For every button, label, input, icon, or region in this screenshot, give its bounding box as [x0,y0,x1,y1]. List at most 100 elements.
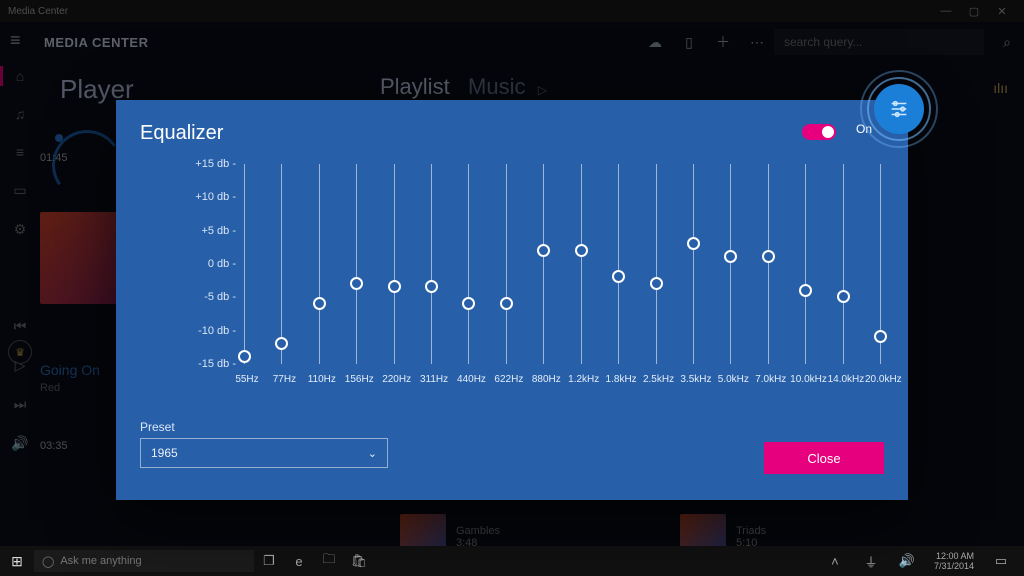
task-view-icon[interactable]: ❐ [254,553,284,569]
eq-thumb[interactable] [837,290,850,303]
toggle-knob [822,126,834,138]
freq-label: 10.0kHz [790,374,826,385]
eq-thumb[interactable] [350,277,363,290]
eq-slider[interactable] [394,164,395,364]
eq-slider[interactable] [543,164,544,364]
prev-icon[interactable]: ⏮ [14,318,27,335]
freq-label: 7.0kHz [753,374,789,385]
freq-label: 622Hz [491,374,527,385]
queue-title: Gambles [456,525,500,537]
eq-slider[interactable] [768,164,769,364]
freq-label: 110Hz [304,374,340,385]
eq-thumb[interactable] [874,330,887,343]
clock-time: 12:00 AM [934,551,974,561]
preset-dropdown[interactable]: 1965 ⌄ [140,438,388,468]
explorer-icon[interactable]: 🗀 [314,550,344,572]
freq-label: 3.5kHz [678,374,714,385]
eq-slider[interactable] [843,164,844,364]
search-input[interactable] [774,29,984,55]
freq-label: 1.2kHz [566,374,602,385]
eq-slider[interactable] [880,164,881,364]
cortana-search[interactable]: ◯Ask me anything [34,550,254,572]
modal-title: Equalizer [140,122,223,145]
eq-thumb[interactable] [762,250,775,263]
eq-thumb[interactable] [425,280,438,293]
visualizer-icon[interactable]: ılıı [993,80,1008,96]
eq-slider[interactable] [805,164,806,364]
home-icon[interactable]: ⌂ [16,68,24,84]
eq-slider[interactable] [656,164,657,364]
close-window-button[interactable]: ✕ [988,5,1016,18]
next-icon[interactable]: ⏭ [14,396,27,413]
eq-slider[interactable] [431,164,432,364]
freq-label: 880Hz [528,374,564,385]
equalizer-modal: Equalizer On +15 db -+10 db -+5 db -0 db… [116,100,908,500]
queue-title: Triads [736,525,766,537]
close-button[interactable]: Close [764,442,884,474]
eq-slider[interactable] [244,164,245,364]
freq-label: 156Hz [341,374,377,385]
eq-thumb[interactable] [238,350,251,363]
notifications-icon[interactable]: ▭ [986,553,1016,569]
progress-thumb[interactable] [55,134,63,142]
eq-thumb[interactable] [462,297,475,310]
eq-thumb[interactable] [612,270,625,283]
tab-play-icon[interactable]: ▷ [538,83,547,97]
equalizer-nav-icon[interactable]: ♫ [15,106,26,122]
eq-thumb[interactable] [388,280,401,293]
cast-icon[interactable]: ▭ [13,182,26,199]
cortana-icon: ◯ [42,555,54,568]
volume-icon[interactable]: 🔊 [11,435,28,452]
minimize-button[interactable]: — [932,5,960,17]
app-header: MEDIA CENTER ☁ ▯ ＋ ⋯ ⌕ [0,22,1024,62]
track-artist: Red [40,382,60,394]
device-icon[interactable]: ▯ [672,34,706,51]
tab-playlist[interactable]: Playlist [380,74,450,99]
db-mark: +5 db - [140,225,236,237]
eq-thumb[interactable] [724,250,737,263]
freq-label: 220Hz [379,374,415,385]
add-icon[interactable]: ＋ [706,32,740,52]
left-rail: ⌂ ♫ ≡ ▭ ⚙ ♛ ⏮ ▷ ⏭ 🔊 [0,62,40,546]
maximize-button[interactable]: ▢ [960,5,988,18]
eq-thumb[interactable] [687,237,700,250]
eq-thumb[interactable] [313,297,326,310]
equalizer-toggle[interactable] [802,124,836,140]
eq-thumb[interactable] [575,244,588,257]
tab-music[interactable]: Music [468,74,525,99]
eq-slider[interactable] [618,164,619,364]
eq-thumb[interactable] [537,244,550,257]
db-mark: +10 db - [140,191,236,203]
eq-slider[interactable] [281,164,282,364]
eq-slider[interactable] [693,164,694,364]
tray-volume-icon[interactable]: 🔊 [892,553,922,569]
settings-icon[interactable]: ⚙ [14,221,27,238]
eq-thumb[interactable] [650,277,663,290]
eq-slider[interactable] [581,164,582,364]
eq-thumb[interactable] [799,284,812,297]
edge-icon[interactable]: e [284,554,314,569]
start-button[interactable]: ⊞ [0,553,34,570]
cloud-icon[interactable]: ☁ [638,34,672,51]
window-titlebar: Media Center — ▢ ✕ [0,0,1024,22]
taskbar: ⊞ ◯Ask me anything ❐ e 🗀 🛍 ˄ ⏚ 🔊 12:00 A… [0,546,1024,576]
search-icon[interactable]: ⌕ [990,34,1024,51]
eq-slider[interactable] [506,164,507,364]
elapsed-time: 01:45 [40,152,68,164]
system-clock[interactable]: 12:00 AM 7/31/2014 [928,551,980,571]
eq-slider[interactable] [730,164,731,364]
eq-slider[interactable] [319,164,320,364]
more-icon[interactable]: ⋯ [740,34,774,51]
db-mark: +15 db - [140,158,236,170]
freq-label: 2.5kHz [641,374,677,385]
store-icon[interactable]: 🛍 [344,553,374,569]
tray-up-icon[interactable]: ˄ [820,554,850,569]
network-icon[interactable]: ⏚ [856,552,886,571]
eq-thumb[interactable] [275,337,288,350]
premium-icon[interactable]: ♛ [8,340,32,364]
eq-slider[interactable] [356,164,357,364]
equalizer-badge[interactable] [860,70,938,148]
eq-slider[interactable] [468,164,469,364]
sliders-icon[interactable]: ≡ [16,144,24,160]
eq-thumb[interactable] [500,297,513,310]
